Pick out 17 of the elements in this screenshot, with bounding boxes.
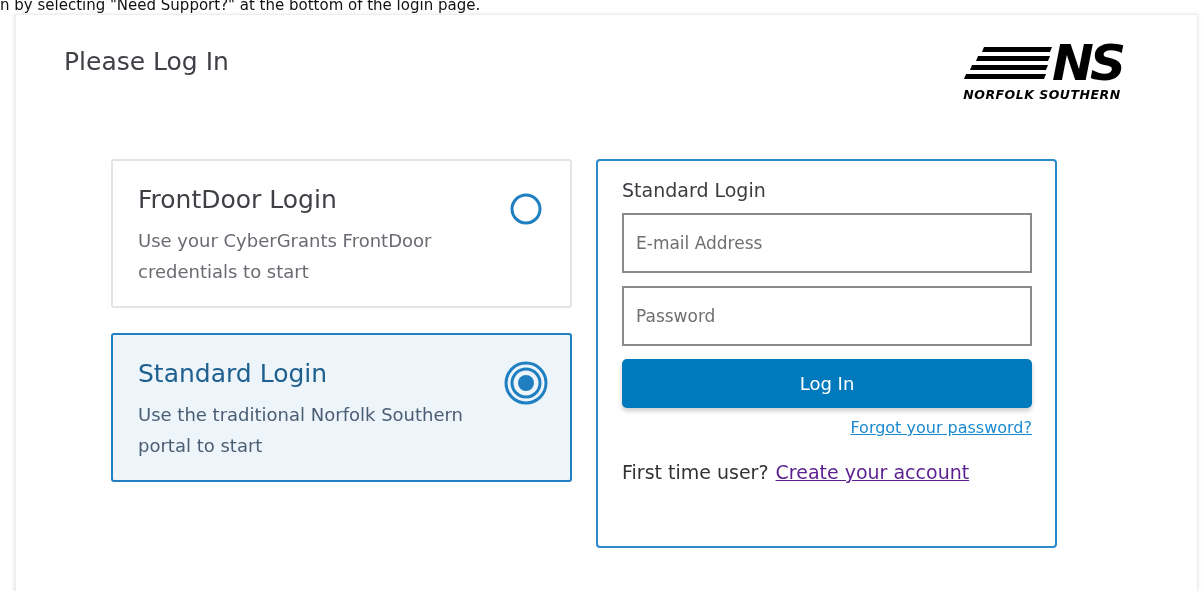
option-description: Use your CyberGrants FrontDoor credentials to start xyxy=(138,229,433,284)
radio-button[interactable] xyxy=(504,361,548,405)
form-title: Standard Login xyxy=(622,179,767,201)
logo-mark: NS xyxy=(1052,39,1122,87)
option-description: Use the traditional Norfolk Southern portal to start xyxy=(138,403,464,458)
log-in-button[interactable]: Log In xyxy=(622,359,1032,408)
page-heading: Please Log In xyxy=(64,47,229,76)
login-option-card[interactable]: Standard Login Use the traditional Norfolk Southern portal to start xyxy=(111,333,572,482)
signup-prompt: First time user? xyxy=(622,461,769,483)
forgot-password-link[interactable]: Forgot your password? xyxy=(850,418,1032,437)
email-field[interactable]: E-mail Address xyxy=(622,213,1032,273)
option-title: FrontDoor Login xyxy=(138,185,338,214)
option-title: Standard Login xyxy=(138,359,329,388)
password-field[interactable]: Password xyxy=(622,286,1032,346)
logo-name: NORFOLK SOUTHERN xyxy=(963,87,1121,102)
login-option-card[interactable]: FrontDoor Login Use your CyberGrants FrontDoor credentials to start xyxy=(111,159,572,308)
create-account-link[interactable]: Create your account xyxy=(775,461,970,483)
